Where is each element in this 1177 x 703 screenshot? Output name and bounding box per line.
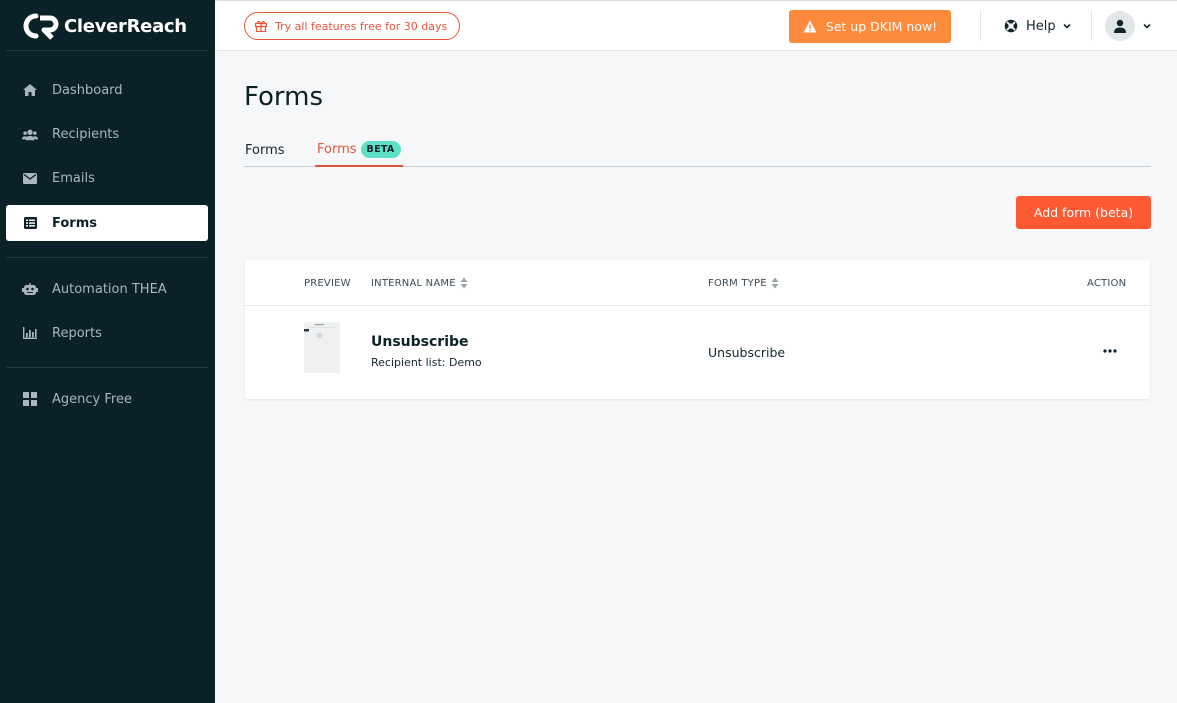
user-icon — [1114, 19, 1126, 33]
warning-icon — [803, 20, 817, 33]
chevron-down-icon — [1063, 23, 1071, 29]
sidebar-item-label: Recipients — [52, 126, 120, 142]
trial-banner-button[interactable]: Try all features free for 30 days — [244, 12, 461, 40]
gift-icon — [255, 20, 267, 32]
grid-icon — [22, 391, 38, 407]
trial-label: Try all features free for 30 days — [275, 19, 448, 33]
form-preview-thumbnail[interactable] — [304, 322, 340, 373]
sidebar-item-label: Automation THEA — [52, 281, 167, 297]
forms-table: PREVIEW INTERNAL NAME FORM TYPE ACTION U… — [245, 260, 1150, 399]
beta-badge: BETA — [360, 141, 401, 158]
form-recipient-list: Recipient list: Demo — [371, 356, 482, 369]
form-type: Unsubscribe — [708, 345, 786, 360]
dkim-label: Set up DKIM now! — [825, 19, 938, 34]
tab-forms-beta[interactable]: Forms BETA — [315, 134, 403, 167]
help-label: Help — [1026, 18, 1056, 34]
avatar — [1105, 11, 1135, 41]
sidebar-divider — [6, 50, 208, 51]
robot-icon — [22, 281, 38, 297]
sidebar-item-label: Forms — [52, 215, 97, 231]
sidebar-item-label: Dashboard — [52, 82, 123, 98]
topbar-divider — [1091, 11, 1092, 41]
tab-label: Forms — [317, 142, 357, 157]
bar-chart-icon — [22, 325, 38, 341]
sidebar-item-reports[interactable]: Reports — [6, 315, 208, 351]
table-row[interactable]: Unsubscribe Recipient list: Demo Unsubsc… — [245, 307, 1150, 399]
sidebar-item-emails[interactable]: Emails — [6, 160, 208, 196]
home-icon — [22, 82, 38, 98]
more-horizontal-icon — [1103, 349, 1117, 353]
tab-bar: Forms Forms BETA — [244, 134, 1151, 167]
sidebar-item-dashboard[interactable]: Dashboard — [6, 72, 208, 108]
tab-label: Forms — [245, 143, 285, 158]
sidebar-item-forms[interactable]: Forms — [6, 205, 208, 241]
sort-icon — [771, 277, 779, 289]
column-header-internal-name[interactable]: INTERNAL NAME — [371, 260, 468, 306]
sidebar-divider — [6, 257, 208, 258]
column-header-preview: PREVIEW — [304, 260, 351, 306]
sidebar-item-label: Reports — [52, 325, 102, 341]
column-header-label: PREVIEW — [304, 277, 351, 289]
column-header-action: ACTION — [1087, 260, 1126, 306]
add-form-button[interactable]: Add form (beta) — [1016, 196, 1151, 229]
sidebar-item-label: Agency Free — [52, 391, 132, 407]
user-menu-button[interactable] — [1105, 11, 1151, 41]
page-title: Forms — [244, 82, 324, 112]
form-preview-image — [304, 324, 335, 338]
help-menu-button[interactable]: Help — [1004, 15, 1071, 37]
column-header-form-type[interactable]: FORM TYPE — [708, 260, 779, 306]
list-icon — [22, 215, 38, 231]
form-name[interactable]: Unsubscribe — [371, 334, 469, 350]
tab-forms[interactable]: Forms — [245, 134, 285, 167]
lifebuoy-icon — [1004, 19, 1018, 33]
table-header: PREVIEW INTERNAL NAME FORM TYPE ACTION — [245, 260, 1150, 306]
cleverreach-logo-icon — [23, 13, 59, 40]
logo[interactable]: CleverReach — [22, 12, 187, 40]
setup-dkim-button[interactable]: Set up DKIM now! — [789, 10, 951, 43]
sidebar-item-label: Emails — [52, 170, 95, 186]
sidebar-item-automation[interactable]: Automation THEA — [6, 271, 208, 307]
topbar-divider — [980, 11, 981, 41]
column-header-label: ACTION — [1087, 277, 1127, 289]
column-header-label: FORM TYPE — [708, 277, 767, 289]
sort-icon — [460, 277, 468, 289]
logo-text: CleverReach — [64, 15, 187, 37]
sidebar-divider — [6, 367, 208, 368]
row-actions-button[interactable] — [1100, 341, 1120, 361]
chevron-down-icon — [1143, 23, 1151, 29]
column-header-label: INTERNAL NAME — [371, 277, 456, 289]
topbar: Try all features free for 30 days Set up… — [215, 0, 1177, 51]
users-icon — [22, 126, 38, 142]
sidebar-item-recipients[interactable]: Recipients — [6, 116, 208, 152]
sidebar-item-agency[interactable]: Agency Free — [6, 381, 208, 417]
envelope-icon — [22, 170, 38, 186]
sidebar: CleverReach Dashboard Recipients Emails … — [0, 0, 215, 703]
